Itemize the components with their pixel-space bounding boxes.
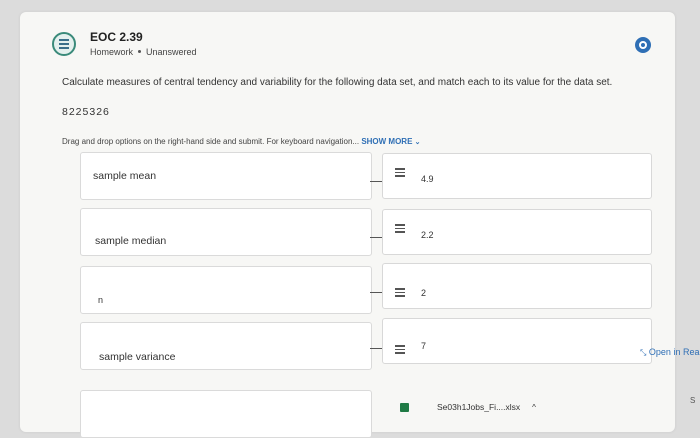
option-value: 4.9 [421, 174, 434, 184]
expand-arrow-icon: ⤡ [640, 348, 647, 357]
assignment-type: Homework [90, 47, 134, 57]
show-more-label: SHOW MORE [361, 137, 413, 146]
target-label: sample variance [99, 351, 176, 363]
open-in-label: Open in Rea [648, 347, 700, 357]
drag-handle-icon[interactable] [395, 288, 405, 297]
assignment-subtitle: Homework Unanswered [90, 47, 197, 57]
download-bar-item[interactable]: Se03h1Jobs_Fi....xlsx ^ [400, 402, 570, 418]
assignment-status: Unanswered [146, 47, 197, 57]
excel-file-icon [400, 403, 409, 413]
show-more-button[interactable]: SHOW MORE ⌄ [361, 137, 420, 146]
drop-target-n[interactable]: n [80, 266, 372, 314]
dataset-values: 8225326 [62, 106, 110, 118]
open-in-reader-link[interactable]: ⤡ Open in Rea [640, 347, 699, 358]
drag-handle-icon[interactable] [395, 168, 405, 177]
list-icon [52, 32, 76, 56]
drag-option[interactable]: 2 [382, 263, 652, 309]
option-value: 2.2 [421, 230, 434, 240]
drop-target-sample-median[interactable]: sample median [80, 208, 372, 256]
separator-dot [138, 50, 142, 54]
drop-target-extra[interactable] [80, 390, 372, 438]
match-connector [370, 292, 382, 293]
target-label: sample median [95, 235, 167, 247]
download-filename: Se03h1Jobs_Fi....xlsx [437, 402, 521, 412]
drag-handle-icon[interactable] [395, 224, 405, 233]
corner-text: S [690, 396, 696, 405]
drop-target-sample-variance[interactable]: sample variance [80, 322, 372, 370]
drop-target-sample-mean[interactable]: sample mean [80, 152, 372, 200]
question-prompt: Calculate measures of central tendency a… [62, 77, 613, 88]
match-connector [370, 348, 382, 349]
drag-handle-icon[interactable] [395, 345, 405, 354]
drag-option[interactable]: 4.9 [382, 153, 652, 199]
instructions-text: Drag and drop options on the right-hand … [62, 137, 360, 146]
instructions: Drag and drop options on the right-hand … [62, 137, 421, 146]
circle-status-icon[interactable] [635, 37, 651, 53]
match-connector [370, 237, 382, 238]
target-label: n [98, 295, 104, 305]
drag-option[interactable]: 2.2 [382, 209, 652, 255]
option-value: 2 [421, 288, 427, 298]
assignment-title: EOC 2.39 [90, 30, 143, 44]
drag-option[interactable]: 7 [382, 318, 652, 364]
match-connector [370, 181, 382, 182]
target-label: sample mean [93, 170, 157, 182]
chevron-up-icon[interactable]: ^ [532, 403, 536, 412]
option-value: 7 [421, 341, 427, 351]
chevron-down-icon: ⌄ [414, 139, 421, 146]
